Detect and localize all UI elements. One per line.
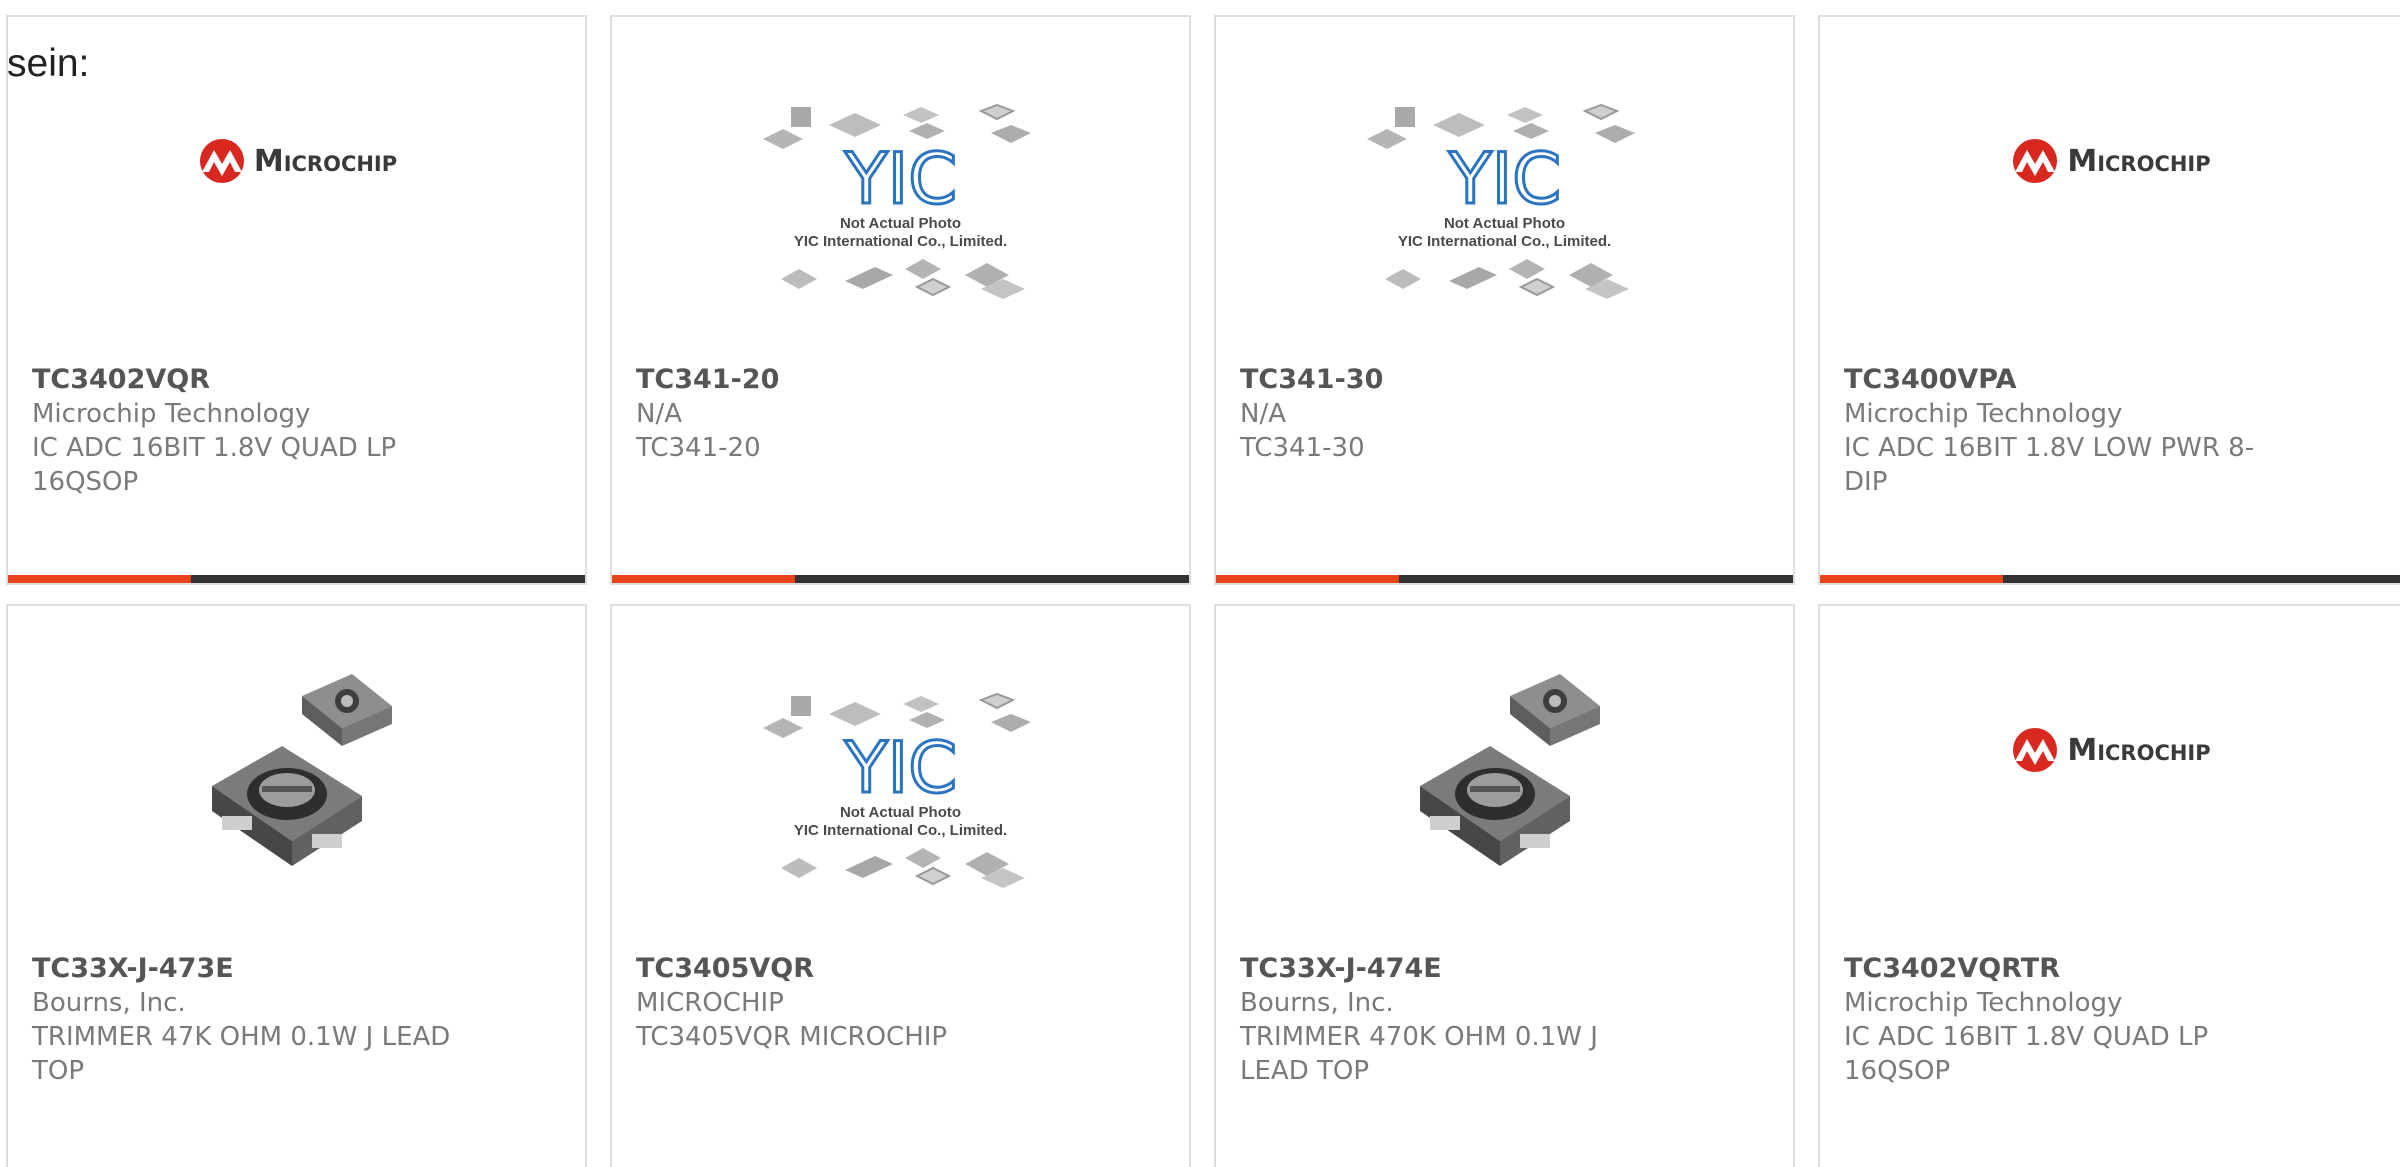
- product-grid-page: sein: Microchip TC3402VQR Microchip Tech…: [0, 0, 2400, 1167]
- photo-note-line-1: Not Actual Photo: [839, 215, 962, 232]
- manufacturer: Microchip Technology: [1844, 399, 2123, 429]
- svg-text:YIC: YIC: [843, 727, 956, 804]
- chip-packages-icon: YIC: [1366, 103, 1635, 215]
- lead-text: sein:: [7, 42, 90, 85]
- chip-packages-icon: [780, 848, 1025, 888]
- product-card[interactable]: YIC Not Actual Photo YIC International C…: [610, 15, 1191, 585]
- photo-note-line-2: YIC International Co., Limited.: [1397, 233, 1612, 250]
- product-info: TC341-30 N/A TC341-30: [1240, 363, 1769, 465]
- part-number[interactable]: TC3402VQRTR: [1844, 952, 2376, 986]
- card-accent: [1216, 575, 1399, 583]
- product-card[interactable]: Microchip TC3400VPA Microchip Technology…: [1818, 15, 2400, 585]
- product-card[interactable]: YIC Not Actual Photo YIC International C…: [610, 604, 1191, 1167]
- card-accent: [8, 575, 191, 583]
- part-number[interactable]: TC3400VPA: [1844, 363, 2376, 397]
- product-card[interactable]: TC33X-J-473E Bourns, Inc. TRIMMER 47K OH…: [6, 604, 587, 1167]
- manufacturer: Microchip Technology: [32, 399, 311, 429]
- microchip-logo-text: Microchip: [2067, 732, 2211, 768]
- manufacturer: N/A: [636, 399, 682, 429]
- manufacturer: Bourns, Inc.: [32, 988, 186, 1018]
- chip-packages-icon: YIC: [762, 103, 1031, 215]
- photo-note-line-1: Not Actual Photo: [1443, 215, 1566, 232]
- description: IC ADC 16BIT 1.8V QUAD LP 16QSOP: [1844, 1022, 2209, 1086]
- trimmer-potentiometer-icon: [211, 674, 392, 866]
- photo-note-line-2: YIC International Co., Limited.: [793, 822, 1008, 839]
- part-number[interactable]: TC3402VQR: [32, 363, 561, 397]
- card-accent: [612, 575, 795, 583]
- microchip-mark-icon: [2013, 139, 2058, 183]
- microchip-mark-icon: [199, 139, 244, 183]
- part-number[interactable]: TC33X-J-474E: [1240, 952, 1769, 986]
- microchip-logo-text: Microchip: [253, 143, 398, 179]
- description: TRIMMER 470K OHM 0.1W J LEAD TOP: [1240, 1022, 1598, 1086]
- description: TRIMMER 47K OHM 0.1W J LEAD TOP: [32, 1022, 451, 1086]
- manufacturer: N/A: [1240, 399, 1286, 429]
- description: TC341-20: [636, 433, 761, 463]
- part-number[interactable]: TC341-30: [1240, 363, 1769, 397]
- description: IC ADC 16BIT 1.8V LOW PWR 8-DIP: [1844, 433, 2255, 497]
- product-image: YIC Not Actual Photo YIC International C…: [1216, 67, 1793, 367]
- microchip-mark-icon: [2013, 728, 2058, 772]
- product-card[interactable]: Microchip TC3402VQR Microchip Technology…: [6, 15, 587, 585]
- photo-note-line-2: YIC International Co., Limited.: [793, 233, 1008, 250]
- product-image: Microchip: [1820, 656, 2400, 956]
- description: TC3405VQR MICROCHIP: [636, 1022, 948, 1052]
- part-number[interactable]: TC341-20: [636, 363, 1165, 397]
- product-image: [1216, 656, 1793, 956]
- product-info: TC341-20 N/A TC341-20: [636, 363, 1165, 465]
- card-bottom-bar: [612, 575, 1189, 583]
- product-info: TC3400VPA Microchip Technology IC ADC 16…: [1844, 363, 2376, 499]
- product-card[interactable]: YIC Not Actual Photo YIC International C…: [1214, 15, 1795, 585]
- chip-packages-icon: [1384, 259, 1629, 299]
- card-bottom-bar: [8, 575, 585, 583]
- product-image: Microchip: [8, 67, 585, 367]
- photo-note-line-1: Not Actual Photo: [839, 804, 962, 821]
- product-info: TC3405VQR MICROCHIP TC3405VQR MICROCHIP: [636, 952, 1165, 1054]
- yic-placeholder: YIC Not Actual Photo YIC International C…: [761, 692, 1041, 890]
- part-number[interactable]: TC33X-J-473E: [32, 952, 561, 986]
- yic-placeholder: YIC Not Actual Photo YIC International C…: [761, 103, 1041, 301]
- manufacturer: Bourns, Inc.: [1240, 988, 1394, 1018]
- product-card[interactable]: TC33X-J-474E Bourns, Inc. TRIMMER 470K O…: [1214, 604, 1795, 1167]
- product-image: YIC Not Actual Photo YIC International C…: [612, 656, 1189, 956]
- product-info: TC33X-J-474E Bourns, Inc. TRIMMER 470K O…: [1240, 952, 1769, 1088]
- product-info: TC3402VQRTR Microchip Technology IC ADC …: [1844, 952, 2376, 1088]
- description: IC ADC 16BIT 1.8V QUAD LP 16QSOP: [32, 433, 397, 497]
- product-image: Microchip: [1820, 67, 2400, 367]
- product-info: TC3402VQR Microchip Technology IC ADC 16…: [32, 363, 561, 499]
- product-card[interactable]: Microchip TC3402VQRTR Microchip Technolo…: [1818, 604, 2400, 1167]
- microchip-logo: Microchip: [2009, 727, 2211, 773]
- product-image: YIC Not Actual Photo YIC International C…: [612, 67, 1189, 367]
- microchip-logo-text: Microchip: [2067, 143, 2211, 179]
- description: TC341-30: [1240, 433, 1365, 463]
- manufacturer: MICROCHIP: [636, 988, 784, 1018]
- manufacturer: Microchip Technology: [1844, 988, 2123, 1018]
- product-info: TC33X-J-473E Bourns, Inc. TRIMMER 47K OH…: [32, 952, 561, 1088]
- chip-packages-icon: YIC: [762, 692, 1031, 804]
- yic-placeholder: YIC Not Actual Photo YIC International C…: [1365, 103, 1645, 301]
- card-accent: [1820, 575, 2003, 583]
- trimmer-potentiometer-icon: [1419, 674, 1600, 866]
- microchip-logo: Microchip: [196, 138, 397, 184]
- card-bottom-bar: [1216, 575, 1793, 583]
- chip-packages-icon: [780, 259, 1025, 299]
- svg-text:YIC: YIC: [843, 138, 956, 215]
- svg-text:YIC: YIC: [1447, 138, 1560, 215]
- product-image: [8, 656, 585, 956]
- microchip-logo: Microchip: [2009, 138, 2211, 184]
- part-number[interactable]: TC3405VQR: [636, 952, 1165, 986]
- card-bottom-bar: [1820, 575, 2400, 583]
